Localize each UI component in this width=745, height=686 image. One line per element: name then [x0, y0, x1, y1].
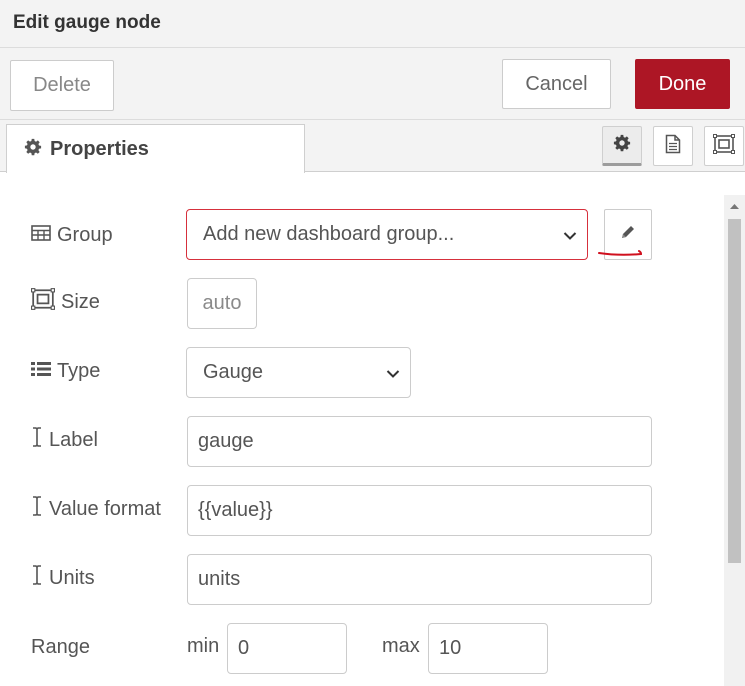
range-label-text: Range	[31, 635, 90, 658]
cancel-button[interactable]: Cancel	[502, 59, 611, 109]
range-max-input[interactable]: 10	[428, 623, 548, 674]
delete-button[interactable]: Delete	[10, 60, 114, 111]
properties-form: Group Add new dashboard group... Size au…	[0, 173, 745, 686]
range-min-input[interactable]: 0	[227, 623, 347, 674]
scrollbar[interactable]	[724, 195, 745, 686]
type-label-text: Type	[57, 359, 101, 382]
tab-properties-label: Properties	[50, 137, 149, 160]
size-label: Size	[31, 287, 100, 317]
type-select[interactable]: Gauge	[186, 347, 411, 398]
gear-icon	[24, 138, 42, 161]
chevron-down-icon	[386, 361, 400, 384]
type-label: Type	[31, 356, 100, 386]
units-label: Units	[31, 563, 95, 593]
text-cursor-icon	[31, 564, 43, 592]
label-input[interactable]: gauge	[187, 416, 652, 467]
range-min-label: min	[187, 635, 220, 657]
dialog-title: Edit gauge node	[13, 12, 161, 33]
range-label: Range	[31, 632, 90, 662]
tab-bar: Properties	[0, 120, 745, 173]
value-format-input[interactable]: {{value}}	[187, 485, 652, 536]
units-label-text: Units	[49, 566, 95, 589]
resize-icon	[31, 288, 55, 316]
table-icon	[31, 224, 51, 247]
layout-icon	[713, 133, 735, 159]
group-select-value: Add new dashboard group...	[203, 223, 455, 245]
size-label-text: Size	[61, 290, 100, 313]
scroll-up-arrow-icon[interactable]	[724, 195, 745, 217]
group-label: Group	[31, 220, 113, 250]
value-format-label: Value format	[31, 494, 161, 524]
group-select[interactable]: Add new dashboard group...	[186, 209, 588, 260]
description-tab-button[interactable]	[653, 126, 693, 166]
settings-tab-button[interactable]	[602, 126, 642, 166]
annotation-underline	[598, 250, 643, 256]
dialog-header: Edit gauge node	[0, 0, 745, 48]
chevron-down-icon	[563, 223, 577, 246]
document-icon	[665, 134, 681, 159]
appearance-tab-button[interactable]	[704, 126, 744, 166]
list-icon	[31, 360, 51, 383]
label-label-text: Label	[49, 428, 98, 451]
units-input[interactable]: units	[187, 554, 652, 605]
label-label: Label	[31, 425, 98, 455]
done-button[interactable]: Done	[635, 59, 730, 109]
scrollbar-thumb[interactable]	[728, 219, 741, 563]
dialog-toolbar: Delete Cancel Done	[0, 48, 745, 120]
gear-icon	[613, 134, 631, 157]
pencil-icon	[620, 224, 636, 245]
range-max-label: max	[382, 635, 420, 657]
text-cursor-icon	[31, 495, 43, 523]
size-button[interactable]: auto	[187, 278, 257, 329]
group-label-text: Group	[57, 223, 113, 246]
value-format-label-text: Value format	[49, 497, 161, 520]
text-cursor-icon	[31, 426, 43, 454]
tab-properties[interactable]: Properties	[6, 124, 305, 173]
type-select-value: Gauge	[203, 361, 264, 383]
